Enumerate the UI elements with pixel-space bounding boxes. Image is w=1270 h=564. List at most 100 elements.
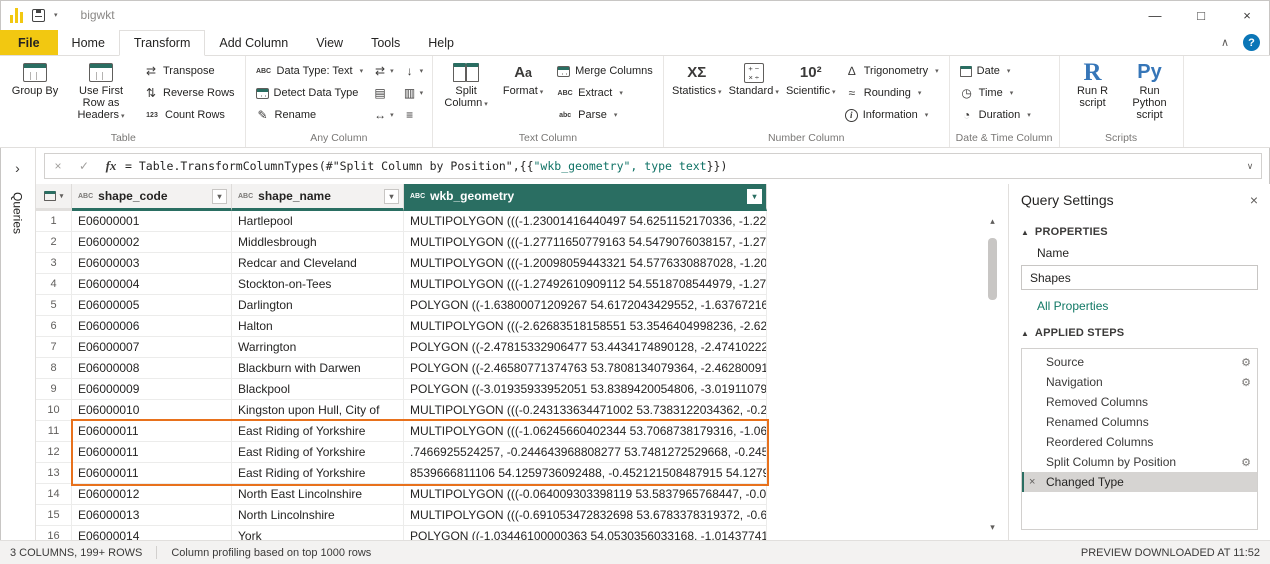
- scrollbar-thumb[interactable]: [988, 238, 997, 300]
- cell-shape-code[interactable]: E06000009: [72, 379, 232, 400]
- filter-shape-code-icon[interactable]: ▾: [212, 189, 227, 204]
- table-row[interactable]: 8 E06000008 Blackburn with Darwen POLYGO…: [36, 358, 1008, 379]
- format-button[interactable]: Aa Format▾: [496, 59, 550, 131]
- duration-button[interactable]: ◔Duration▾: [956, 104, 1035, 126]
- run-r-script-button[interactable]: R Run R script: [1066, 59, 1120, 131]
- scroll-up-icon[interactable]: ▴: [990, 216, 995, 230]
- cell-wkb-geometry[interactable]: MULTIPOLYGON (((-0.243133634471002 53.73…: [404, 400, 767, 421]
- tab-add-column[interactable]: Add Column: [205, 30, 302, 55]
- row-number[interactable]: 2: [36, 232, 72, 253]
- table-row[interactable]: 13 E06000011 East Riding of Yorkshire 85…: [36, 463, 1008, 484]
- step-settings-gear-icon[interactable]: ⚙: [1241, 456, 1251, 469]
- cell-shape-name[interactable]: Blackburn with Darwen: [232, 358, 404, 379]
- step-settings-gear-icon[interactable]: ⚙: [1241, 356, 1251, 369]
- cell-shape-code[interactable]: E06000001: [72, 211, 232, 232]
- row-number[interactable]: 13: [36, 463, 72, 484]
- table-row[interactable]: 11 E06000011 East Riding of Yorkshire MU…: [36, 421, 1008, 442]
- scroll-down-icon[interactable]: ▾: [990, 522, 995, 536]
- properties-section-header[interactable]: ▲ PROPERTIES: [1021, 226, 1258, 238]
- cell-wkb-geometry[interactable]: MULTIPOLYGON (((-0.064009303398119 53.58…: [404, 484, 767, 505]
- trigonometry-button[interactable]: ∆Trigonometry▾: [841, 60, 943, 82]
- table-row[interactable]: 5 E06000005 Darlington POLYGON ((-1.6380…: [36, 295, 1008, 316]
- applied-step-changed-type[interactable]: × Changed Type: [1022, 472, 1257, 492]
- table-row[interactable]: 10 E06000010 Kingston upon Hull, City of…: [36, 400, 1008, 421]
- expand-queries-pane-icon[interactable]: ›: [15, 160, 20, 176]
- cell-wkb-geometry[interactable]: MULTIPOLYGON (((-2.62683518158551 53.354…: [404, 316, 767, 337]
- statistics-button[interactable]: XΣ Statistics▾: [670, 59, 724, 131]
- rounding-button[interactable]: ≈Rounding▾: [841, 82, 943, 104]
- split-column-button[interactable]: Split Column▾: [439, 59, 493, 131]
- row-number[interactable]: 11: [36, 421, 72, 442]
- column-header-shape-name[interactable]: ABC shape_name ▾: [232, 184, 404, 211]
- applied-step-reordered-columns[interactable]: Reordered Columns: [1022, 432, 1257, 452]
- cell-shape-name[interactable]: York: [232, 526, 404, 540]
- cell-shape-code[interactable]: E06000006: [72, 316, 232, 337]
- close-panel-icon[interactable]: ×: [1250, 192, 1258, 208]
- cell-shape-code[interactable]: E06000003: [72, 253, 232, 274]
- detect-data-type-button[interactable]: Detect Data Type: [252, 82, 368, 104]
- close-button[interactable]: ×: [1224, 0, 1270, 30]
- applied-step-renamed-columns[interactable]: Renamed Columns: [1022, 412, 1257, 432]
- query-name-input[interactable]: [1021, 265, 1258, 290]
- cell-wkb-geometry[interactable]: POLYGON ((-3.01935933952051 53.838942005…: [404, 379, 767, 400]
- cell-shape-name[interactable]: Kingston upon Hull, City of: [232, 400, 404, 421]
- cell-shape-name[interactable]: North Lincolnshire: [232, 505, 404, 526]
- count-rows-button[interactable]: 123Count Rows: [140, 104, 239, 126]
- table-row[interactable]: 15 E06000013 North Lincolnshire MULTIPOL…: [36, 505, 1008, 526]
- formula-cancel-icon[interactable]: ×: [45, 159, 71, 173]
- cell-shape-name[interactable]: Hartlepool: [232, 211, 404, 232]
- filter-wkb-geometry-icon[interactable]: ▾: [747, 189, 762, 204]
- time-button[interactable]: ◷Time▾: [956, 82, 1035, 104]
- cell-wkb-geometry[interactable]: POLYGON ((-1.63800071209267 54.617204342…: [404, 295, 767, 316]
- unpivot-columns-button[interactable]: ▥▾: [400, 82, 427, 104]
- column-header-wkb-geometry[interactable]: ABC wkb_geometry ▾: [404, 184, 767, 211]
- tab-home[interactable]: Home: [58, 30, 119, 55]
- step-settings-gear-icon[interactable]: ⚙: [1241, 376, 1251, 389]
- transpose-button[interactable]: ⇄Transpose: [140, 60, 239, 82]
- cell-shape-name[interactable]: East Riding of Yorkshire: [232, 463, 404, 484]
- tab-file[interactable]: File: [0, 30, 58, 55]
- row-number[interactable]: 15: [36, 505, 72, 526]
- replace-values-button[interactable]: ⇄▾: [370, 60, 397, 82]
- cell-shape-code[interactable]: E06000014: [72, 526, 232, 540]
- cell-shape-name[interactable]: Redcar and Cleveland: [232, 253, 404, 274]
- cell-wkb-geometry[interactable]: MULTIPOLYGON (((-1.27492610909112 54.551…: [404, 274, 767, 295]
- table-row[interactable]: 7 E06000007 Warrington POLYGON ((-2.4781…: [36, 337, 1008, 358]
- cell-shape-code[interactable]: E06000008: [72, 358, 232, 379]
- table-row[interactable]: 4 E06000004 Stockton-on-Tees MULTIPOLYGO…: [36, 274, 1008, 295]
- row-number[interactable]: 1: [36, 211, 72, 232]
- queries-pane-label[interactable]: Queries: [11, 192, 25, 234]
- cell-shape-name[interactable]: Darlington: [232, 295, 404, 316]
- row-number[interactable]: 5: [36, 295, 72, 316]
- cell-shape-code[interactable]: E06000004: [72, 274, 232, 295]
- formula-bar[interactable]: × ✓ fx = Table.TransformColumnTypes(#"Sp…: [44, 153, 1262, 179]
- fill-button[interactable]: ↓▾: [400, 60, 427, 82]
- information-button[interactable]: iInformation▾: [841, 104, 943, 126]
- extract-button[interactable]: ABCExtract▾: [553, 82, 657, 104]
- save-icon[interactable]: [32, 9, 45, 22]
- cell-shape-name[interactable]: Middlesbrough: [232, 232, 404, 253]
- table-row[interactable]: 2 E06000002 Middlesbrough MULTIPOLYGON (…: [36, 232, 1008, 253]
- parse-button[interactable]: abcParse▾: [553, 104, 657, 126]
- applied-step-navigation[interactable]: Navigation ⚙: [1022, 372, 1257, 392]
- scientific-button[interactable]: 10² Scientific▾: [784, 59, 838, 131]
- cell-wkb-geometry[interactable]: POLYGON ((-1.03446100000363 54.053035603…: [404, 526, 767, 540]
- row-number[interactable]: 7: [36, 337, 72, 358]
- scrollbar-track[interactable]: [986, 230, 999, 522]
- cell-shape-code[interactable]: E06000007: [72, 337, 232, 358]
- row-number[interactable]: 8: [36, 358, 72, 379]
- row-number[interactable]: 9: [36, 379, 72, 400]
- cell-wkb-geometry[interactable]: MULTIPOLYGON (((-1.27711650779163 54.547…: [404, 232, 767, 253]
- all-properties-link[interactable]: All Properties: [1037, 299, 1258, 313]
- cell-shape-name[interactable]: East Riding of Yorkshire: [232, 421, 404, 442]
- formula-check-icon[interactable]: ✓: [71, 159, 97, 173]
- help-icon[interactable]: ?: [1243, 34, 1260, 51]
- cell-wkb-geometry[interactable]: 8539666811106 54.1259736092488, -0.45212…: [404, 463, 767, 484]
- cell-shape-code[interactable]: E06000012: [72, 484, 232, 505]
- minimize-button[interactable]: —: [1132, 0, 1178, 30]
- vertical-scrollbar[interactable]: ▴ ▾: [985, 216, 1000, 536]
- pivot-column-button[interactable]: ▤: [370, 82, 397, 104]
- cell-wkb-geometry[interactable]: MULTIPOLYGON (((-0.691053472832698 53.67…: [404, 505, 767, 526]
- tab-transform[interactable]: Transform: [119, 30, 206, 56]
- merge-columns-button[interactable]: Merge Columns: [553, 60, 657, 82]
